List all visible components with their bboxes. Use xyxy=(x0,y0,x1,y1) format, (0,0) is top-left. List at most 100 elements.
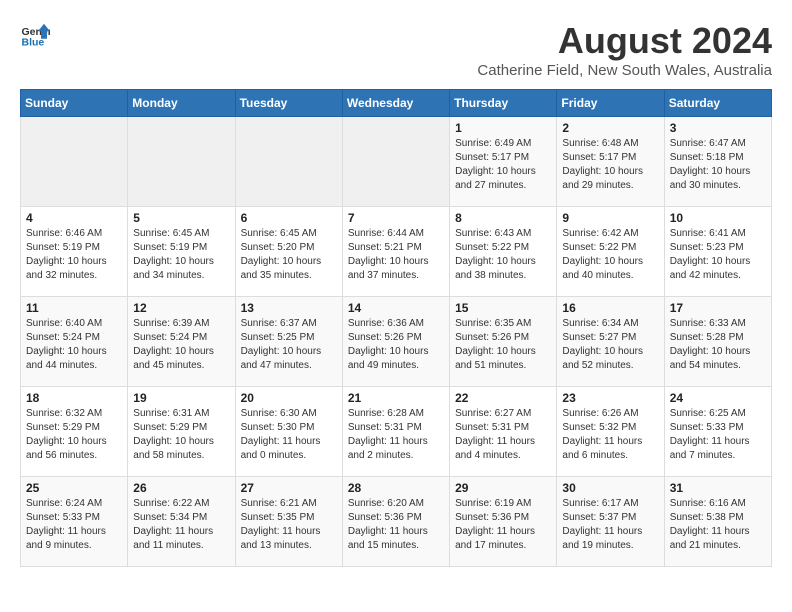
calendar-cell: 18Sunrise: 6:32 AMSunset: 5:29 PMDayligh… xyxy=(21,387,128,477)
day-info: Sunrise: 6:42 AMSunset: 5:22 PMDaylight:… xyxy=(562,227,658,283)
day-header-tuesday: Tuesday xyxy=(235,90,342,117)
week-row-3: 11 Sunrise: 6:40 AMSunset: 5:24 PMDayligh… xyxy=(21,297,772,387)
day-number: 28 xyxy=(348,481,444,495)
day-info: Sunrise: 6:27 AMSunset: 5:31 PMDaylight:… xyxy=(455,407,551,463)
day-number: 3 xyxy=(670,121,766,135)
day-info: Sunrise: 6:31 AMSunset: 5:29 PMDaylight:… xyxy=(133,407,229,463)
calendar-cell: 1Sunrise: 6:49 AMSunset: 5:17 PMDaylight… xyxy=(450,117,557,207)
day-header-saturday: Saturday xyxy=(664,90,771,117)
day-info: Sunrise: 6:46 AMSunset: 5:19 PMDaylight:… xyxy=(26,227,122,283)
calendar-cell: 10 Sunrise: 6:41 AMSunset: 5:23 PMDayligh… xyxy=(664,207,771,297)
day-info: Sunrise: 6:26 AMSunset: 5:32 PMDaylight:… xyxy=(562,407,658,463)
day-number: 12 xyxy=(133,301,229,315)
calendar-cell: 9 Sunrise: 6:42 AMSunset: 5:22 PMDaylight… xyxy=(557,207,664,297)
day-number: 5 xyxy=(133,211,229,225)
week-row-4: 18Sunrise: 6:32 AMSunset: 5:29 PMDayligh… xyxy=(21,387,772,477)
calendar-cell: 16 Sunrise: 6:34 AMSunset: 5:27 PMDayligh… xyxy=(557,297,664,387)
day-number: 31 xyxy=(670,481,766,495)
day-number: 15 xyxy=(455,301,551,315)
week-row-5: 25 Sunrise: 6:24 AMSunset: 5:33 PMDayligh… xyxy=(21,477,772,567)
day-info: Sunrise: 6:47 AMSunset: 5:18 PMDaylight:… xyxy=(670,137,766,193)
day-number: 24 xyxy=(670,391,766,405)
day-info: Sunrise: 6:33 AMSunset: 5:28 PMDaylight:… xyxy=(670,317,766,373)
calendar-cell: 31 Sunrise: 6:16 AMSunset: 5:38 PMDayligh… xyxy=(664,477,771,567)
day-info: Sunrise: 6:25 AMSunset: 5:33 PMDaylight:… xyxy=(670,407,766,463)
day-number: 16 xyxy=(562,301,658,315)
calendar-cell: 2Sunrise: 6:48 AMSunset: 5:17 PMDaylight… xyxy=(557,117,664,207)
day-info: Sunrise: 6:48 AMSunset: 5:17 PMDaylight:… xyxy=(562,137,658,193)
calendar-cell: 24 Sunrise: 6:25 AMSunset: 5:33 PMDayligh… xyxy=(664,387,771,477)
day-number: 22 xyxy=(455,391,551,405)
main-title: August 2024 xyxy=(477,20,772,62)
calendar: SundayMondayTuesdayWednesdayThursdayFrid… xyxy=(20,89,772,567)
day-number: 26 xyxy=(133,481,229,495)
day-number: 20 xyxy=(241,391,337,405)
day-info: Sunrise: 6:30 AMSunset: 5:30 PMDaylight:… xyxy=(241,407,337,463)
calendar-cell: 6 Sunrise: 6:45 AMSunset: 5:20 PMDaylight… xyxy=(235,207,342,297)
day-info: Sunrise: 6:45 AMSunset: 5:19 PMDaylight:… xyxy=(133,227,229,283)
day-number: 23 xyxy=(562,391,658,405)
day-number: 7 xyxy=(348,211,444,225)
subtitle: Catherine Field, New South Wales, Austra… xyxy=(477,62,772,79)
calendar-cell xyxy=(235,117,342,207)
day-number: 25 xyxy=(26,481,122,495)
week-row-2: 4 Sunrise: 6:46 AMSunset: 5:19 PMDaylight… xyxy=(21,207,772,297)
day-number: 11 xyxy=(26,301,122,315)
day-info: Sunrise: 6:17 AMSunset: 5:37 PMDaylight:… xyxy=(562,497,658,553)
calendar-cell: 4 Sunrise: 6:46 AMSunset: 5:19 PMDaylight… xyxy=(21,207,128,297)
calendar-cell xyxy=(21,117,128,207)
day-header-monday: Monday xyxy=(128,90,235,117)
calendar-cell: 7 Sunrise: 6:44 AMSunset: 5:21 PMDaylight… xyxy=(342,207,449,297)
calendar-cell xyxy=(342,117,449,207)
day-number: 4 xyxy=(26,211,122,225)
calendar-cell: 5 Sunrise: 6:45 AMSunset: 5:19 PMDaylight… xyxy=(128,207,235,297)
day-info: Sunrise: 6:21 AMSunset: 5:35 PMDaylight:… xyxy=(241,497,337,553)
day-info: Sunrise: 6:28 AMSunset: 5:31 PMDaylight:… xyxy=(348,407,444,463)
day-number: 19 xyxy=(133,391,229,405)
calendar-cell: 15 Sunrise: 6:35 AMSunset: 5:26 PMDayligh… xyxy=(450,297,557,387)
header: General Blue August 2024 Catherine Field… xyxy=(20,20,772,79)
day-number: 30 xyxy=(562,481,658,495)
day-info: Sunrise: 6:45 AMSunset: 5:20 PMDaylight:… xyxy=(241,227,337,283)
day-header-wednesday: Wednesday xyxy=(342,90,449,117)
day-info: Sunrise: 6:41 AMSunset: 5:23 PMDaylight:… xyxy=(670,227,766,283)
day-info: Sunrise: 6:36 AMSunset: 5:26 PMDaylight:… xyxy=(348,317,444,373)
calendar-cell: 22 Sunrise: 6:27 AMSunset: 5:31 PMDayligh… xyxy=(450,387,557,477)
day-info: Sunrise: 6:24 AMSunset: 5:33 PMDaylight:… xyxy=(26,497,122,553)
calendar-cell: 3 Sunrise: 6:47 AMSunset: 5:18 PMDaylight… xyxy=(664,117,771,207)
day-number: 29 xyxy=(455,481,551,495)
day-info: Sunrise: 6:19 AMSunset: 5:36 PMDaylight:… xyxy=(455,497,551,553)
day-info: Sunrise: 6:32 AMSunset: 5:29 PMDaylight:… xyxy=(26,407,122,463)
day-info: Sunrise: 6:35 AMSunset: 5:26 PMDaylight:… xyxy=(455,317,551,373)
day-info: Sunrise: 6:39 AMSunset: 5:24 PMDaylight:… xyxy=(133,317,229,373)
calendar-cell: 11 Sunrise: 6:40 AMSunset: 5:24 PMDayligh… xyxy=(21,297,128,387)
day-number: 8 xyxy=(455,211,551,225)
day-header-thursday: Thursday xyxy=(450,90,557,117)
day-info: Sunrise: 6:34 AMSunset: 5:27 PMDaylight:… xyxy=(562,317,658,373)
calendar-cell: 20 Sunrise: 6:30 AMSunset: 5:30 PMDayligh… xyxy=(235,387,342,477)
day-header-sunday: Sunday xyxy=(21,90,128,117)
day-info: Sunrise: 6:37 AMSunset: 5:25 PMDaylight:… xyxy=(241,317,337,373)
day-info: Sunrise: 6:44 AMSunset: 5:21 PMDaylight:… xyxy=(348,227,444,283)
day-info: Sunrise: 6:22 AMSunset: 5:34 PMDaylight:… xyxy=(133,497,229,553)
day-info: Sunrise: 6:43 AMSunset: 5:22 PMDaylight:… xyxy=(455,227,551,283)
calendar-cell: 19 Sunrise: 6:31 AMSunset: 5:29 PMDayligh… xyxy=(128,387,235,477)
day-number: 13 xyxy=(241,301,337,315)
day-number: 9 xyxy=(562,211,658,225)
calendar-cell xyxy=(128,117,235,207)
calendar-header-row: SundayMondayTuesdayWednesdayThursdayFrid… xyxy=(21,90,772,117)
week-row-1: 1Sunrise: 6:49 AMSunset: 5:17 PMDaylight… xyxy=(21,117,772,207)
title-area: August 2024 Catherine Field, New South W… xyxy=(477,20,772,79)
logo: General Blue xyxy=(20,20,50,50)
day-number: 27 xyxy=(241,481,337,495)
day-info: Sunrise: 6:40 AMSunset: 5:24 PMDaylight:… xyxy=(26,317,122,373)
calendar-cell: 23 Sunrise: 6:26 AMSunset: 5:32 PMDayligh… xyxy=(557,387,664,477)
calendar-cell: 13 Sunrise: 6:37 AMSunset: 5:25 PMDayligh… xyxy=(235,297,342,387)
day-info: Sunrise: 6:20 AMSunset: 5:36 PMDaylight:… xyxy=(348,497,444,553)
day-info: Sunrise: 6:16 AMSunset: 5:38 PMDaylight:… xyxy=(670,497,766,553)
day-number: 14 xyxy=(348,301,444,315)
day-number: 6 xyxy=(241,211,337,225)
calendar-cell: 27 Sunrise: 6:21 AMSunset: 5:35 PMDayligh… xyxy=(235,477,342,567)
day-number: 10 xyxy=(670,211,766,225)
logo-icon: General Blue xyxy=(20,20,50,50)
